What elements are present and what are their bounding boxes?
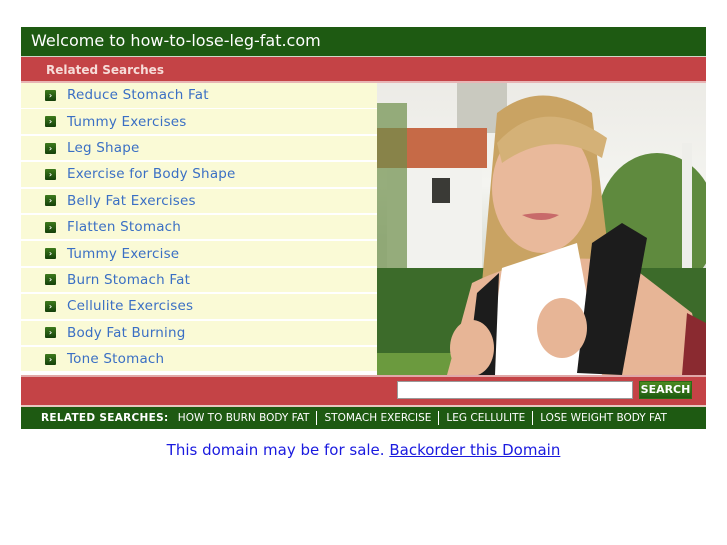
related-link[interactable]: Flatten Stomach <box>67 219 181 235</box>
related-link[interactable]: Tummy Exercise <box>67 246 179 262</box>
related-link[interactable]: Body Fat Burning <box>67 325 186 341</box>
hand-right <box>537 298 587 358</box>
related-link[interactable]: Cellulite Exercises <box>67 298 193 314</box>
related-link[interactable]: Tone Stomach <box>67 351 164 367</box>
backorder-link[interactable]: Backorder this Domain <box>389 441 560 459</box>
related-link[interactable]: Leg Shape <box>67 140 140 156</box>
sale-text: This domain may be for sale. <box>166 441 385 459</box>
list-item[interactable]: › Tummy Exercises <box>21 109 377 134</box>
hero-photo <box>377 83 706 375</box>
arrow-right-icon: › <box>45 89 56 101</box>
related-link[interactable]: Reduce Stomach Fat <box>67 87 209 103</box>
bottom-link[interactable]: HOW TO BURN BODY FAT <box>178 412 310 424</box>
site-title: Welcome to how-to-lose-leg-fat.com <box>21 27 706 57</box>
separator <box>316 411 318 425</box>
bottom-link[interactable]: LOSE WEIGHT BODY FAT <box>540 412 667 424</box>
related-link[interactable]: Belly Fat Exercises <box>67 193 196 209</box>
list-item[interactable]: › Exercise for Body Shape <box>21 162 377 187</box>
arrow-right-icon: › <box>45 142 56 154</box>
page-frame: Welcome to how-to-lose-leg-fat.com Relat… <box>21 27 706 429</box>
related-link[interactable]: Tummy Exercises <box>67 114 187 130</box>
related-link[interactable]: Burn Stomach Fat <box>67 272 190 288</box>
search-button[interactable]: SEARCH <box>639 381 692 399</box>
woman-photo-illustration <box>377 83 706 375</box>
search-bar: SEARCH <box>21 375 706 407</box>
list-item[interactable]: › Tummy Exercise <box>21 241 377 266</box>
list-item[interactable]: › Reduce Stomach Fat <box>21 83 377 108</box>
separator <box>532 411 534 425</box>
separator <box>438 411 440 425</box>
arrow-right-icon: › <box>45 248 56 260</box>
bottom-link[interactable]: STOMACH EXERCISE <box>324 412 431 424</box>
list-item[interactable]: › Cellulite Exercises <box>21 294 377 319</box>
arrow-right-icon: › <box>45 327 56 339</box>
related-searches-bar: RELATED SEARCHES: HOW TO BURN BODY FAT ST… <box>21 407 706 429</box>
window <box>432 178 450 203</box>
arrow-right-icon: › <box>45 353 56 365</box>
bottom-link[interactable]: LEG CELLULITE <box>446 412 525 424</box>
vine <box>377 103 407 273</box>
related-list: › Reduce Stomach Fat › Tummy Exercises › Le… <box>21 83 377 375</box>
hand-left <box>450 320 494 375</box>
list-item[interactable]: › Flatten Stomach <box>21 214 377 240</box>
list-item[interactable]: › Belly Fat Exercises <box>21 188 377 214</box>
related-link[interactable]: Exercise for Body Shape <box>67 166 236 182</box>
list-item[interactable]: › Burn Stomach Fat <box>21 267 377 293</box>
list-item[interactable]: › Tone Stomach <box>21 346 377 372</box>
search-input[interactable] <box>397 381 633 399</box>
arrow-right-icon: › <box>45 195 56 207</box>
domain-sale-notice: This domain may be for sale. Backorder t… <box>0 441 727 459</box>
related-searches-heading: Related Searches <box>21 57 706 83</box>
arrow-right-icon: › <box>45 168 56 180</box>
arrow-right-icon: › <box>45 116 56 128</box>
list-item[interactable]: › Body Fat Burning <box>21 320 377 346</box>
related-searches-label: RELATED SEARCHES: <box>41 412 169 424</box>
arrow-right-icon: › <box>45 274 56 286</box>
arrow-right-icon: › <box>45 300 56 312</box>
pole <box>682 143 692 273</box>
content-area: › Reduce Stomach Fat › Tummy Exercises › Le… <box>21 83 706 375</box>
list-item[interactable]: › Leg Shape <box>21 135 377 161</box>
arrow-right-icon: › <box>45 221 56 233</box>
